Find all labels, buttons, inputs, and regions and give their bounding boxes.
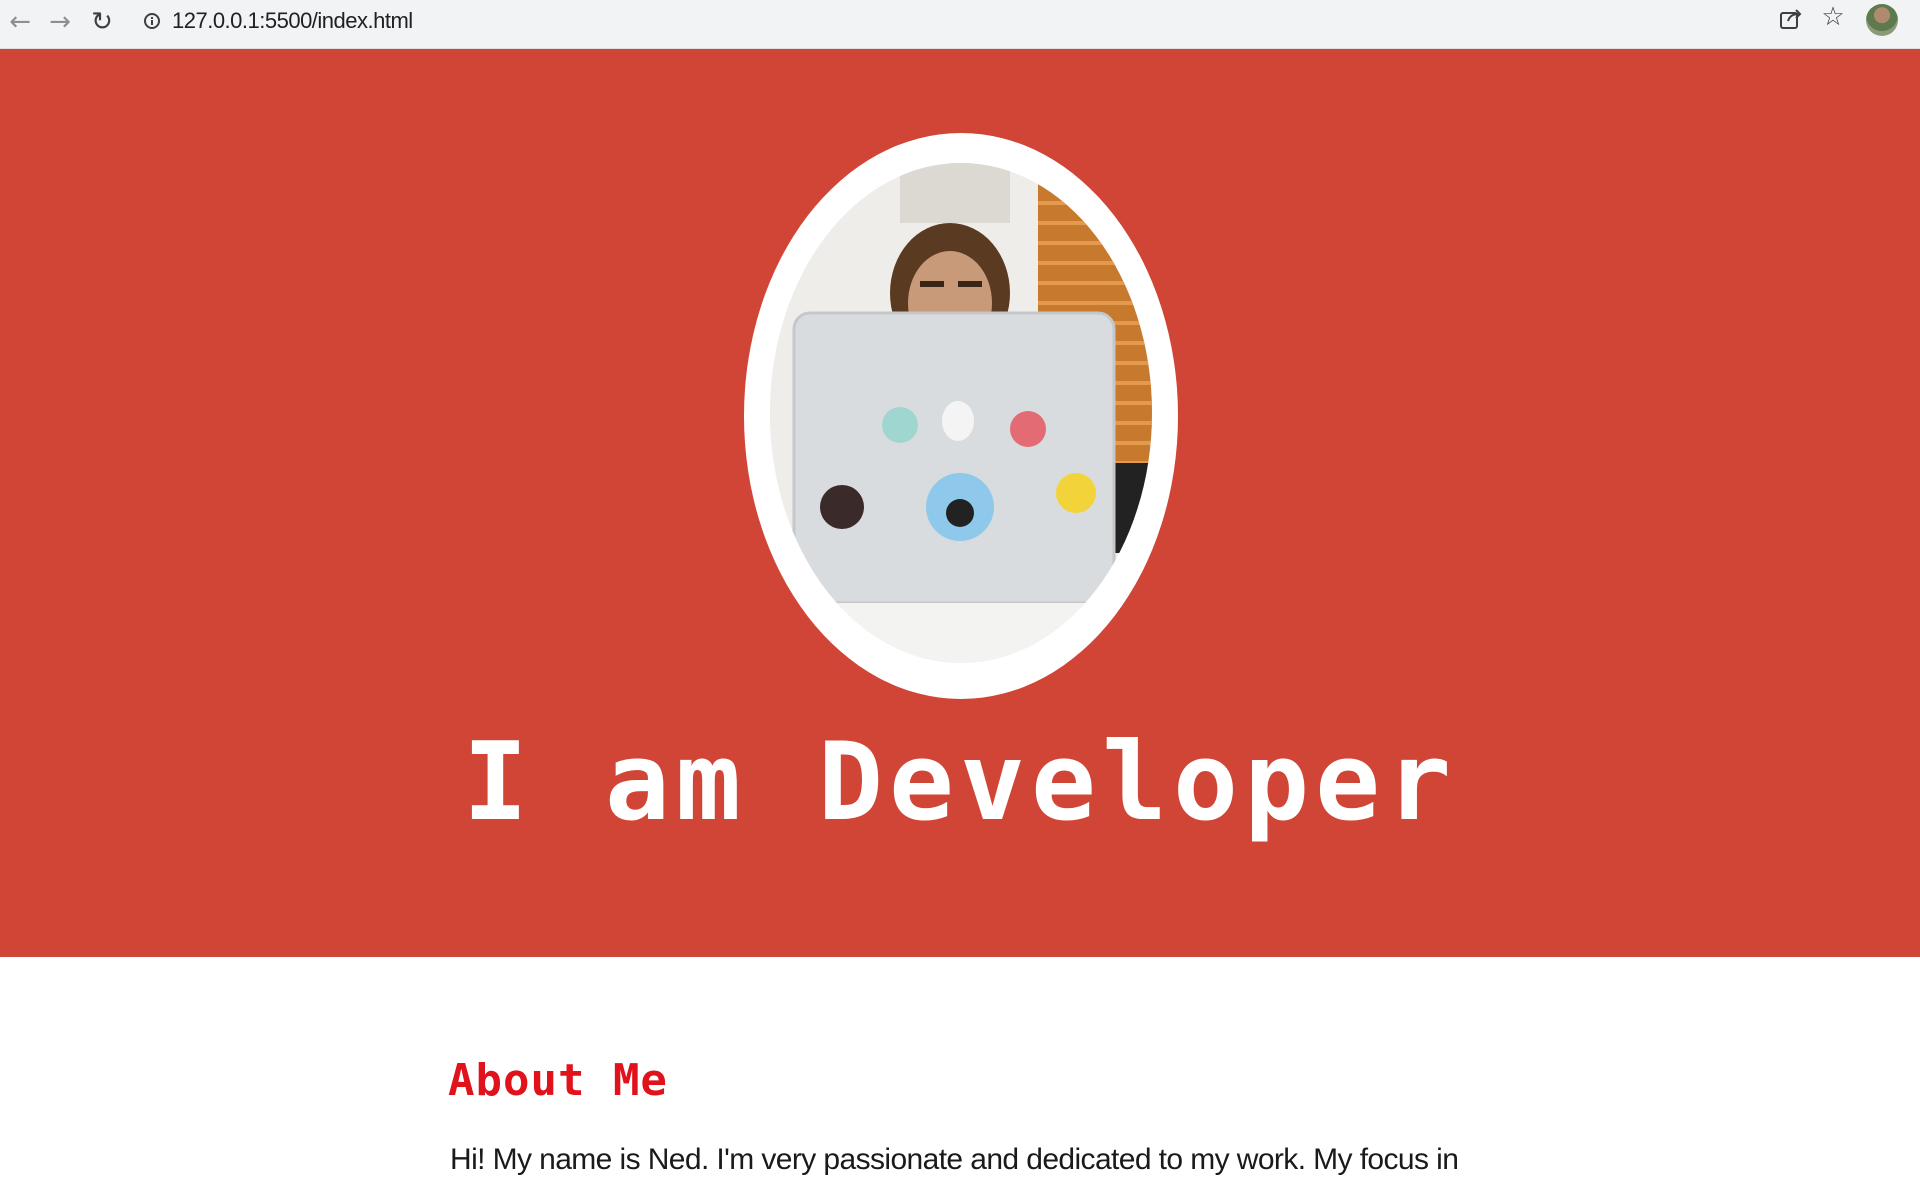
avatar[interactable] [1866,4,1898,36]
back-button[interactable]: ← [2,4,38,40]
about-text: Hi! My name is Ned. I'm very passionate … [450,1143,1459,1176]
arrow-right-icon: → [49,7,71,37]
arrow-left-icon: ← [9,7,31,37]
address-bar[interactable]: 127.0.0.1:5500/index.html [130,1,1770,41]
reload-icon: ↻ [91,7,113,37]
browser-toolbar: ← → ↻ 127.0.0.1:5500/index.html ☆ [0,0,1920,49]
info-icon[interactable] [144,13,160,29]
url-text[interactable]: 127.0.0.1:5500/index.html [172,8,413,34]
developer-photo [770,163,1152,663]
hero-title: I am Developer [462,720,1458,845]
about-heading: About Me [448,1055,668,1106]
share-icon[interactable] [1778,6,1804,32]
hero-section: I am Developer [0,49,1920,957]
reload-button[interactable]: ↻ [84,4,120,40]
profile-photo-frame [744,133,1178,699]
forward-button[interactable]: → [42,4,78,40]
star-icon[interactable]: ☆ [1818,2,1848,32]
